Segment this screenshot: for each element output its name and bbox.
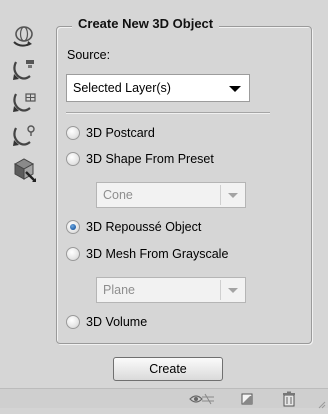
object-scale-icon[interactable] xyxy=(10,156,38,184)
chevron-down-icon xyxy=(229,86,241,92)
object-slide-icon[interactable] xyxy=(10,122,38,150)
option-3d-repousse-object[interactable]: 3D Repoussé Object xyxy=(66,218,201,236)
divider xyxy=(66,112,270,114)
radio-3d-shape-from-preset[interactable] xyxy=(66,152,80,166)
option-label: 3D Volume xyxy=(86,315,148,329)
panel-bottom-bar xyxy=(0,388,328,409)
radio-3d-postcard[interactable] xyxy=(66,126,80,140)
preset-shape-select: Cone xyxy=(96,182,246,208)
toggle-visibility-icon[interactable] xyxy=(188,391,216,407)
new-layer-icon[interactable] xyxy=(240,391,256,407)
object-pan-icon[interactable] xyxy=(10,88,38,116)
option-label: 3D Postcard xyxy=(86,126,155,140)
option-3d-postcard[interactable]: 3D Postcard xyxy=(66,124,155,142)
select-separator xyxy=(220,280,221,300)
preset-shape-value: Cone xyxy=(103,188,133,202)
radio-3d-mesh-from-grayscale[interactable] xyxy=(66,247,80,261)
radio-3d-repousse-object[interactable] xyxy=(66,220,80,234)
tool-strip xyxy=(0,0,48,388)
option-label: 3D Mesh From Grayscale xyxy=(86,247,229,261)
radio-3d-volume[interactable] xyxy=(66,315,80,329)
resize-grip-icon[interactable] xyxy=(316,396,326,409)
object-roll-icon[interactable] xyxy=(10,56,38,84)
option-label: 3D Shape From Preset xyxy=(86,152,214,166)
source-select[interactable]: Selected Layer(s) xyxy=(66,74,250,102)
chevron-down-icon xyxy=(228,288,238,293)
option-3d-shape-from-preset[interactable]: 3D Shape From Preset xyxy=(66,150,214,168)
option-3d-volume[interactable]: 3D Volume xyxy=(66,313,147,331)
trash-icon[interactable] xyxy=(282,391,296,407)
grayscale-mesh-select: Plane xyxy=(96,277,246,303)
source-label: Source: xyxy=(67,48,111,62)
grayscale-mesh-value: Plane xyxy=(103,283,135,297)
create-button[interactable]: Create xyxy=(113,357,223,381)
option-label: 3D Repoussé Object xyxy=(86,220,202,234)
option-3d-mesh-from-grayscale[interactable]: 3D Mesh From Grayscale xyxy=(66,245,228,263)
create-3d-panel: Create New 3D Object Source: Selected La… xyxy=(0,0,328,409)
object-rotate-icon[interactable] xyxy=(10,22,38,50)
source-select-value: Selected Layer(s) xyxy=(73,81,171,95)
group-title: Create New 3D Object xyxy=(72,16,220,31)
chevron-down-icon xyxy=(228,193,238,198)
select-separator xyxy=(220,185,221,205)
